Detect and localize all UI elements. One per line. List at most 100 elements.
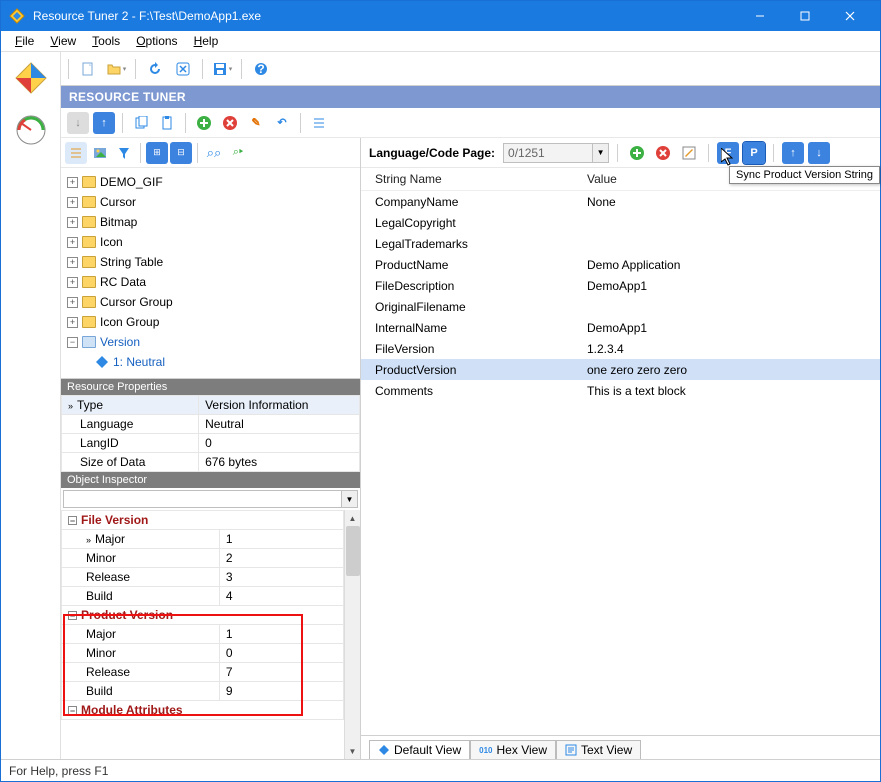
resource-toolbar: ↓ ↑ ✎ ↶	[61, 108, 880, 138]
inspector-row[interactable]: Minor2	[62, 549, 344, 568]
grid-row[interactable]: ProductNameDemo Application	[361, 254, 880, 275]
inspector-group-file-version[interactable]: −File Version	[62, 511, 344, 530]
close-button[interactable]	[827, 1, 872, 31]
tree-item[interactable]: +RC Data	[63, 272, 358, 292]
delete-icon[interactable]	[219, 112, 241, 134]
scroll-thumb[interactable]	[346, 526, 360, 576]
filter-icon[interactable]	[113, 142, 135, 164]
menu-help[interactable]: Help	[186, 32, 227, 50]
sync-product-version-button[interactable]: P	[743, 142, 765, 164]
gutter-diamond-icon[interactable]	[13, 60, 49, 96]
tab-default-view[interactable]: Default View	[369, 740, 470, 759]
menu-tools[interactable]: Tools	[84, 32, 128, 50]
copy-icon[interactable]	[130, 112, 152, 134]
inspector-row[interactable]: »Major1	[62, 530, 344, 549]
tree-item[interactable]: +String Table	[63, 252, 358, 272]
right-pane: Language/Code Page: ▼ F P ↑ ↓ Sync Produ…	[361, 138, 880, 759]
menu-file[interactable]: File	[7, 32, 42, 50]
tree-item[interactable]: +Icon	[63, 232, 358, 252]
inspector-scrollbar[interactable]: ▲ ▼	[344, 510, 360, 759]
remove-string-icon[interactable]	[652, 142, 674, 164]
inspector-row[interactable]: Release7	[62, 663, 344, 682]
open-folder-icon[interactable]: ▾	[104, 57, 128, 81]
tab-text-view[interactable]: Text View	[556, 740, 641, 759]
tree-item-version[interactable]: −Version	[63, 332, 358, 352]
tree-item[interactable]: +Icon Group	[63, 312, 358, 332]
grid-row[interactable]: CompanyNameNone	[361, 191, 880, 212]
view-tabs: Default View 010Hex View Text View	[361, 735, 880, 759]
grid-row[interactable]: ProductVersionone zero zero zero	[361, 359, 880, 380]
tree-item[interactable]: +Cursor Group	[63, 292, 358, 312]
rename-icon[interactable]: ✎	[245, 112, 267, 134]
grid-row[interactable]: OriginalFilename	[361, 296, 880, 317]
property-row[interactable]: LangID0	[62, 434, 360, 453]
scroll-down-icon[interactable]: ▼	[345, 743, 360, 759]
tree-view-icon[interactable]	[65, 142, 87, 164]
col-value[interactable]: Value	[587, 172, 617, 186]
language-combo-input[interactable]	[503, 143, 593, 163]
inspector-row[interactable]: Minor0	[62, 644, 344, 663]
brand-strip: RESOURCE TUNER	[61, 86, 880, 108]
chevron-down-icon[interactable]: ▼	[593, 143, 609, 163]
down-arrow-icon[interactable]: ↓	[67, 112, 89, 134]
property-row[interactable]: LanguageNeutral	[62, 415, 360, 434]
inspector-search-dropdown[interactable]: ▼	[342, 490, 358, 508]
tree-item-version-neutral[interactable]: 1: Neutral	[63, 352, 358, 372]
tree-item[interactable]: +DEMO_GIF	[63, 172, 358, 192]
inspector-group-module-attributes[interactable]: −Module Attributes	[62, 701, 344, 720]
object-inspector[interactable]: −File Version »Major1 Minor2 Release3 Bu…	[61, 510, 360, 759]
grid-row[interactable]: LegalCopyright	[361, 212, 880, 233]
edit-string-icon[interactable]	[678, 142, 700, 164]
tree-item[interactable]: +Bitmap	[63, 212, 358, 232]
main-toolbar: ▾ ▾ ?	[61, 52, 880, 86]
inspector-row[interactable]: Major1	[62, 625, 344, 644]
minimize-button[interactable]	[737, 1, 782, 31]
gutter-gauge-icon[interactable]	[13, 112, 49, 148]
paste-icon[interactable]	[156, 112, 178, 134]
close-file-icon[interactable]	[171, 57, 195, 81]
string-grid[interactable]: CompanyNameNoneLegalCopyrightLegalTradem…	[361, 191, 880, 735]
language-combo[interactable]: ▼	[503, 143, 609, 163]
collapse-icon[interactable]: ⊟	[170, 142, 192, 164]
expand-icon[interactable]: ⊞	[146, 142, 168, 164]
find-next-icon[interactable]: ⌕▸	[227, 142, 249, 164]
new-file-icon[interactable]	[76, 57, 100, 81]
inspector-search-input[interactable]	[63, 490, 342, 508]
inspector-row[interactable]: Build4	[62, 587, 344, 606]
resource-tree[interactable]: +DEMO_GIF +Cursor +Bitmap +Icon +String …	[61, 168, 360, 378]
add-icon[interactable]	[193, 112, 215, 134]
list-icon[interactable]	[308, 112, 330, 134]
undo-icon[interactable]: ↶	[271, 112, 293, 134]
property-row[interactable]: »TypeVersion Information	[62, 396, 360, 415]
tab-hex-view[interactable]: 010Hex View	[470, 740, 556, 759]
sync-file-version-button[interactable]: F	[717, 142, 739, 164]
find-icon[interactable]: ⌕⌕	[203, 142, 225, 164]
text-icon	[565, 744, 577, 756]
save-icon[interactable]: ▾	[210, 57, 234, 81]
help-icon[interactable]: ?	[249, 57, 273, 81]
maximize-button[interactable]	[782, 1, 827, 31]
up-arrow-icon[interactable]: ↑	[93, 112, 115, 134]
property-row[interactable]: Size of Data676 bytes	[62, 453, 360, 472]
col-string-name[interactable]: String Name	[375, 172, 587, 186]
grid-row[interactable]: CommentsThis is a text block	[361, 380, 880, 401]
add-string-icon[interactable]	[626, 142, 648, 164]
menu-options[interactable]: Options	[128, 32, 185, 50]
inspector-row[interactable]: Build9	[62, 682, 344, 701]
grid-row[interactable]: LegalTrademarks	[361, 233, 880, 254]
menu-view[interactable]: View	[42, 32, 84, 50]
inspector-row[interactable]: Release3	[62, 568, 344, 587]
properties-header: Resource Properties	[61, 379, 360, 395]
grid-row[interactable]: InternalNameDemoApp1	[361, 317, 880, 338]
grid-row[interactable]: FileDescriptionDemoApp1	[361, 275, 880, 296]
tree-item[interactable]: +Cursor	[63, 192, 358, 212]
refresh-icon[interactable]	[143, 57, 167, 81]
move-down-icon[interactable]: ↓	[808, 142, 830, 164]
grid-row[interactable]: FileVersion1.2.3.4	[361, 338, 880, 359]
scroll-up-icon[interactable]: ▲	[345, 510, 360, 526]
image-view-icon[interactable]	[89, 142, 111, 164]
inspector-group-product-version[interactable]: −Product Version	[62, 606, 344, 625]
menubar: File View Tools Options Help	[1, 31, 880, 52]
move-up-icon[interactable]: ↑	[782, 142, 804, 164]
hex-icon: 010	[479, 746, 492, 755]
